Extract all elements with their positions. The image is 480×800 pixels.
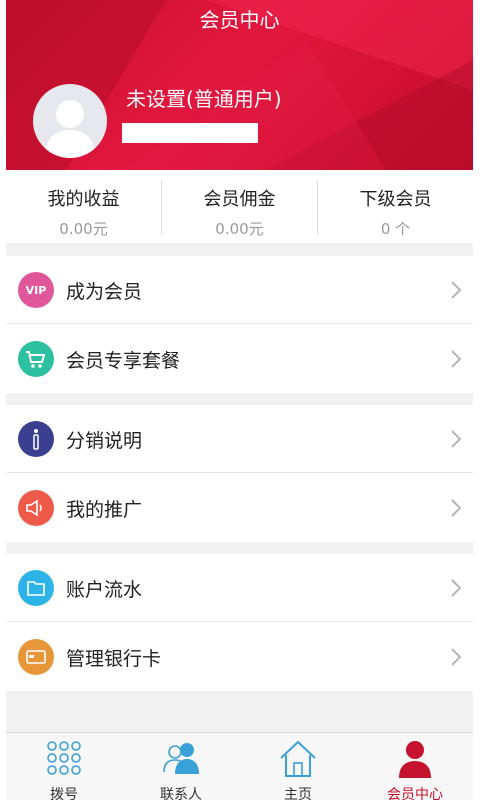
member-icon — [399, 741, 431, 778]
stat-label: 我的收益 — [47, 189, 120, 210]
tab-contacts[interactable]: 联系人 — [123, 733, 239, 800]
menu-item-member-package[interactable]: 会员专享套餐 — [6, 325, 473, 393]
user-name: 未设置(普通用户) — [126, 87, 282, 111]
stat-label: 下级会员 — [359, 189, 432, 210]
dialpad-icon — [47, 741, 81, 775]
stat-value: 0.00元 — [59, 220, 108, 238]
tab-home[interactable]: 主页 — [240, 733, 356, 800]
stat-subordinates[interactable]: 下级会员 0 个 — [318, 170, 473, 243]
chevron-right-icon — [451, 579, 462, 597]
stat-commission[interactable]: 会员佣金 0.00元 — [162, 170, 317, 243]
divider — [6, 621, 473, 622]
tab-label: 联系人 — [160, 787, 202, 800]
home-icon — [280, 740, 316, 777]
divider — [6, 472, 473, 473]
menu-item-label: 管理银行卡 — [66, 648, 162, 670]
menu-item-my-promotion[interactable]: 我的推广 — [6, 474, 473, 542]
menu-group-membership: VIP 成为会员 会员专享套餐 — [6, 256, 473, 393]
member-center-page: 会员中心 未设置(普通用户) 我的收益 0.00元 会员佣金 0.00元 下级会… — [6, 0, 473, 800]
menu-item-distribution-info[interactable]: 分销说明 — [6, 405, 473, 473]
stat-earnings[interactable]: 我的收益 0.00元 — [6, 170, 161, 243]
tab-label: 主页 — [284, 787, 312, 800]
menu-item-become-member[interactable]: VIP 成为会员 — [6, 256, 473, 324]
info-icon — [18, 421, 54, 457]
menu-item-label: 会员专享套餐 — [66, 350, 181, 372]
tab-label: 拨号 — [50, 787, 78, 800]
bottom-tab-bar: 拨号 联系人 主页 会员中心 — [6, 732, 473, 800]
stats-bar: 我的收益 0.00元 会员佣金 0.00元 下级会员 0 个 — [6, 170, 473, 243]
screen: 会员中心 未设置(普通用户) 我的收益 0.00元 会员佣金 0.00元 下级会… — [0, 0, 480, 800]
menu-item-manage-bank-card[interactable]: 管理银行卡 — [6, 623, 473, 691]
chevron-right-icon — [451, 281, 462, 299]
shopping-cart-icon — [18, 341, 54, 377]
user-silhouette-icon — [45, 100, 95, 158]
menu-item-label: 我的推广 — [66, 499, 143, 521]
contacts-icon — [163, 743, 199, 774]
chevron-right-icon — [451, 430, 462, 448]
menu-item-label: 账户流水 — [66, 579, 143, 601]
menu-group-distribution: 分销说明 我的推广 — [6, 405, 473, 542]
profile-header: 会员中心 未设置(普通用户) — [6, 0, 473, 170]
menu-item-label: 成为会员 — [66, 281, 143, 303]
folder-icon — [18, 570, 54, 606]
vip-icon: VIP — [18, 272, 54, 308]
stat-value: 0 个 — [380, 220, 411, 238]
tab-dial[interactable]: 拨号 — [6, 733, 122, 800]
page-title: 会员中心 — [199, 8, 280, 32]
tab-label: 会员中心 — [387, 787, 443, 800]
user-id-redacted — [122, 123, 258, 143]
avatar[interactable] — [33, 84, 107, 158]
stat-label: 会员佣金 — [203, 189, 276, 210]
stat-value: 0.00元 — [215, 220, 264, 238]
chevron-right-icon — [451, 648, 462, 666]
vip-icon-text: VIP — [25, 283, 47, 297]
menu-item-label: 分销说明 — [66, 430, 143, 452]
divider — [6, 323, 473, 324]
chevron-right-icon — [451, 499, 462, 517]
megaphone-icon — [18, 490, 54, 526]
menu-group-account: 账户流水 管理银行卡 — [6, 554, 473, 691]
bank-card-icon — [18, 639, 54, 675]
menu-item-account-flow[interactable]: 账户流水 — [6, 554, 473, 622]
tab-member-center[interactable]: 会员中心 — [357, 733, 473, 800]
chevron-right-icon — [451, 350, 462, 368]
